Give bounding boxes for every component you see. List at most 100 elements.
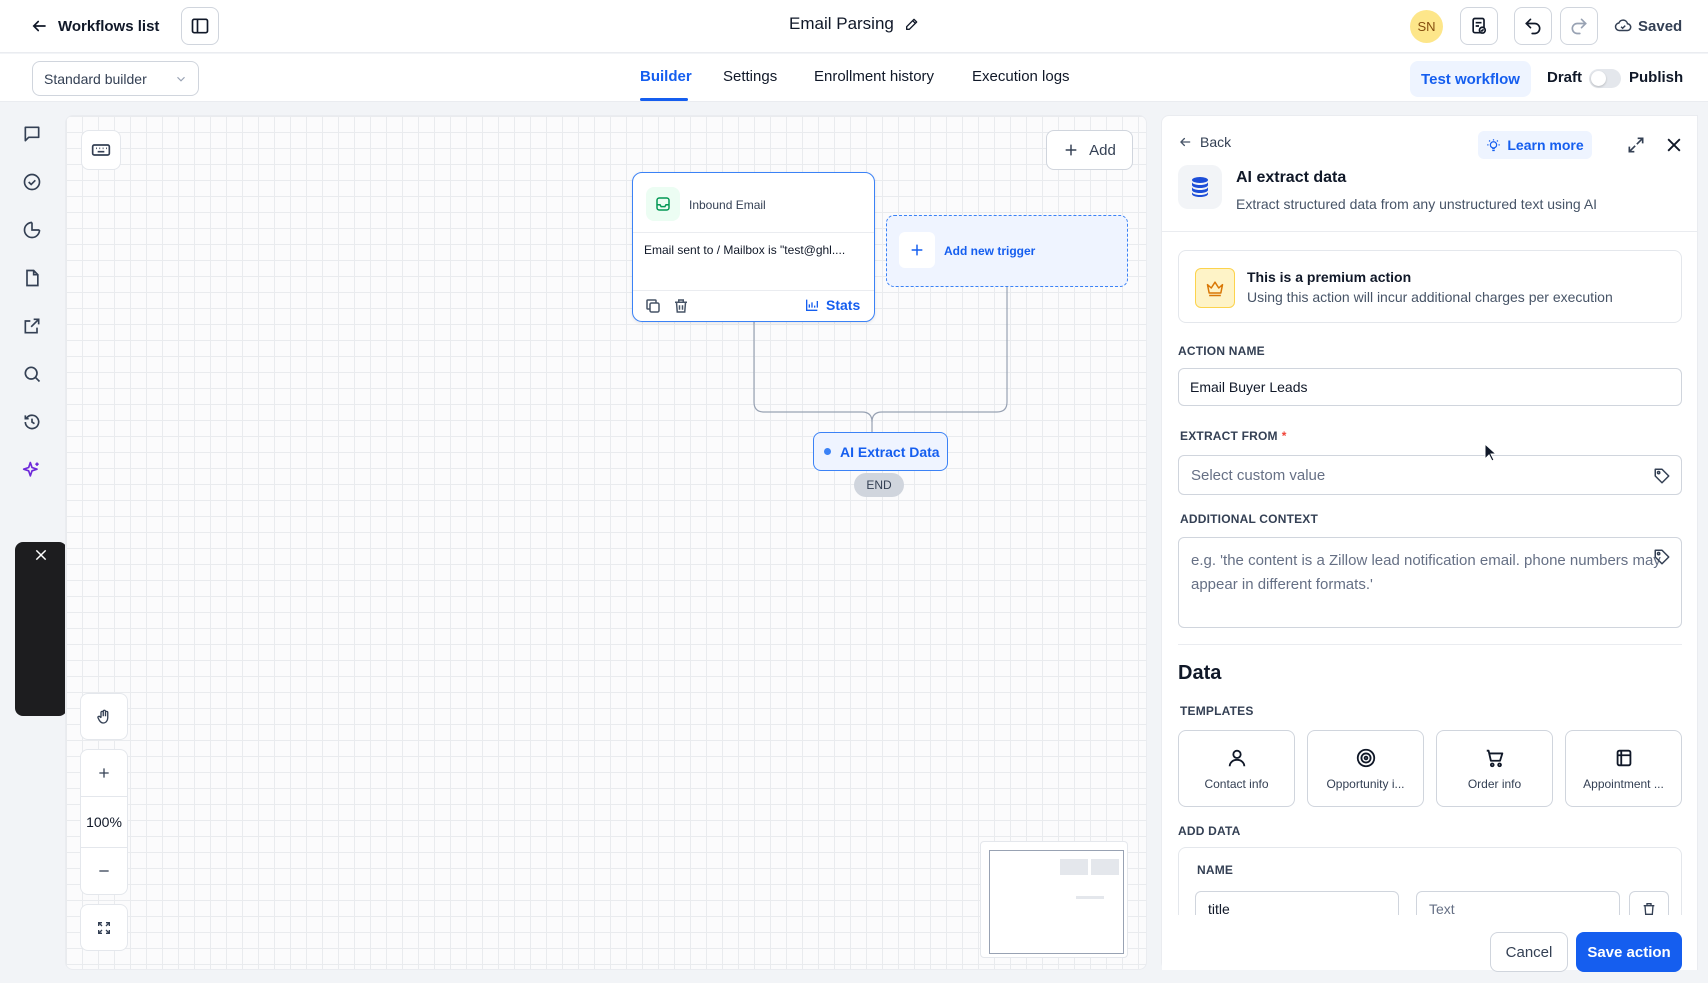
end-marker: END bbox=[854, 473, 904, 497]
calendar-icon bbox=[1613, 747, 1635, 769]
tab-settings[interactable]: Settings bbox=[723, 68, 777, 85]
pencil-icon[interactable] bbox=[904, 16, 920, 32]
zoom-out-button[interactable] bbox=[80, 847, 128, 895]
extract-from-placeholder: Select custom value bbox=[1191, 466, 1326, 484]
chat-icon[interactable] bbox=[20, 122, 44, 146]
publish-toggle[interactable] bbox=[1589, 69, 1621, 88]
redo-button[interactable] bbox=[1560, 7, 1598, 45]
premium-notice: This is a premium action Using this acti… bbox=[1178, 250, 1682, 323]
hand-icon bbox=[95, 708, 113, 726]
tab-execution-logs[interactable]: Execution logs bbox=[972, 68, 1070, 85]
add-new-trigger-card[interactable]: Add new trigger bbox=[886, 215, 1128, 287]
extract-from-input[interactable]: Select custom value bbox=[1178, 455, 1682, 495]
additional-context-textarea[interactable]: e.g. 'the content is a Zillow lead notif… bbox=[1178, 537, 1682, 628]
workflow-title[interactable]: Email Parsing bbox=[789, 14, 920, 34]
add-data-box: NAME title Text bbox=[1178, 847, 1682, 915]
search-icon[interactable] bbox=[20, 362, 44, 386]
zoom-level: 100% bbox=[80, 796, 128, 848]
expand-icon[interactable] bbox=[1626, 135, 1646, 155]
panel-back-button[interactable]: Back bbox=[1178, 134, 1231, 150]
sidebar-toggle-button[interactable] bbox=[181, 7, 219, 45]
close-icon[interactable] bbox=[30, 544, 52, 566]
tag-icon[interactable] bbox=[1653, 548, 1671, 566]
redo-icon bbox=[1569, 16, 1589, 36]
add-new-trigger-label: Add new trigger bbox=[944, 244, 1036, 258]
back-link-label: Workflows list bbox=[58, 17, 160, 35]
template-order-info[interactable]: Order info bbox=[1436, 730, 1553, 807]
fit-view-button[interactable] bbox=[80, 904, 128, 951]
extract-from-label: EXTRACT FROM * bbox=[1180, 429, 1287, 443]
plus-icon bbox=[899, 232, 935, 268]
minimap-node bbox=[1091, 859, 1119, 875]
history-icon[interactable] bbox=[20, 410, 44, 434]
notes-button[interactable] bbox=[1460, 7, 1498, 45]
cancel-button[interactable]: Cancel bbox=[1490, 932, 1568, 972]
trigger-name: Inbound Email bbox=[689, 198, 766, 212]
premium-title: This is a premium action bbox=[1247, 269, 1412, 285]
test-workflow-button[interactable]: Test workflow bbox=[1410, 61, 1531, 97]
saved-status: Saved bbox=[1614, 17, 1682, 35]
trash-icon bbox=[1641, 901, 1657, 915]
publish-label: Publish bbox=[1629, 69, 1684, 86]
template-contact-info[interactable]: Contact info bbox=[1178, 730, 1295, 807]
template-label: Order info bbox=[1467, 776, 1522, 791]
external-link-icon[interactable] bbox=[20, 314, 44, 338]
zoom-in-button[interactable] bbox=[80, 749, 128, 797]
tag-icon[interactable] bbox=[1653, 467, 1671, 485]
tab-enrollment-history[interactable]: Enrollment history bbox=[814, 68, 934, 85]
action-name-label: ACTION NAME bbox=[1178, 344, 1265, 358]
template-opportunity-info[interactable]: Opportunity i... bbox=[1307, 730, 1424, 807]
stats-button[interactable]: Stats bbox=[804, 297, 860, 313]
builder-mode-select[interactable]: Standard builder bbox=[32, 61, 199, 96]
copy-icon[interactable] bbox=[644, 297, 662, 315]
minimap-viewport[interactable] bbox=[989, 850, 1124, 954]
workflow-canvas[interactable]: Add Inbound Email Email sent to / Mailbo… bbox=[65, 115, 1147, 970]
panel-left-icon bbox=[190, 16, 210, 36]
target-icon bbox=[1355, 747, 1377, 769]
template-label: Opportunity i... bbox=[1326, 776, 1405, 791]
cloud-check-icon bbox=[1614, 17, 1632, 35]
close-icon[interactable] bbox=[1664, 135, 1684, 155]
pan-hand-button[interactable] bbox=[80, 693, 128, 740]
template-appointment[interactable]: Appointment ... bbox=[1565, 730, 1682, 807]
undo-icon bbox=[1523, 16, 1543, 36]
minimap[interactable] bbox=[980, 841, 1128, 958]
document-icon[interactable] bbox=[20, 266, 44, 290]
saved-label: Saved bbox=[1638, 17, 1683, 35]
delete-row-button[interactable] bbox=[1629, 891, 1669, 915]
arrow-left-icon bbox=[1178, 135, 1192, 149]
trash-icon[interactable] bbox=[672, 297, 690, 315]
sparkle-icon[interactable] bbox=[20, 458, 44, 482]
tab-builder[interactable]: Builder bbox=[640, 68, 692, 85]
divider bbox=[1178, 644, 1682, 645]
inbox-icon bbox=[646, 187, 680, 221]
panel-subtitle: Extract structured data from any unstruc… bbox=[1236, 196, 1598, 212]
undo-button[interactable] bbox=[1514, 7, 1552, 45]
action-config-panel: Back Learn more AI extract data Extract … bbox=[1161, 115, 1698, 972]
ai-extract-data-node-label: AI Extract Data bbox=[840, 443, 940, 460]
ai-extract-data-node[interactable]: AI Extract Data bbox=[813, 432, 948, 471]
additional-context-placeholder: e.g. 'the content is a Zillow lead notif… bbox=[1191, 552, 1661, 593]
chevron-down-icon bbox=[174, 72, 188, 86]
trigger-card[interactable]: Inbound Email Email sent to / Mailbox is… bbox=[632, 172, 875, 322]
arrow-left-icon bbox=[30, 17, 48, 35]
floating-widget bbox=[15, 542, 67, 716]
builder-toolbar: Standard builder Builder Settings Enroll… bbox=[0, 54, 1708, 102]
learn-more-button[interactable]: Learn more bbox=[1478, 131, 1592, 159]
save-action-button[interactable]: Save action bbox=[1576, 932, 1682, 972]
pie-chart-icon[interactable] bbox=[20, 218, 44, 242]
workflows-list-back-link[interactable]: Workflows list bbox=[30, 14, 159, 38]
data-name-input[interactable]: title bbox=[1195, 891, 1399, 915]
action-name-input[interactable]: Email Buyer Leads bbox=[1178, 368, 1682, 406]
builder-mode-value: Standard builder bbox=[44, 70, 147, 87]
clipboard-check-icon bbox=[1469, 16, 1489, 36]
check-circle-icon[interactable] bbox=[20, 170, 44, 194]
avatar[interactable]: SN bbox=[1410, 10, 1443, 43]
trigger-description: Email sent to / Mailbox is "test@ghl.... bbox=[644, 243, 846, 257]
plus-icon bbox=[97, 766, 111, 780]
extract-from-label-text: EXTRACT FROM bbox=[1180, 429, 1278, 443]
divider bbox=[1162, 231, 1697, 232]
lightbulb-icon bbox=[1486, 138, 1501, 153]
data-type-select[interactable]: Text bbox=[1416, 891, 1620, 915]
premium-subtitle: Using this action will incur additional … bbox=[1247, 289, 1613, 305]
